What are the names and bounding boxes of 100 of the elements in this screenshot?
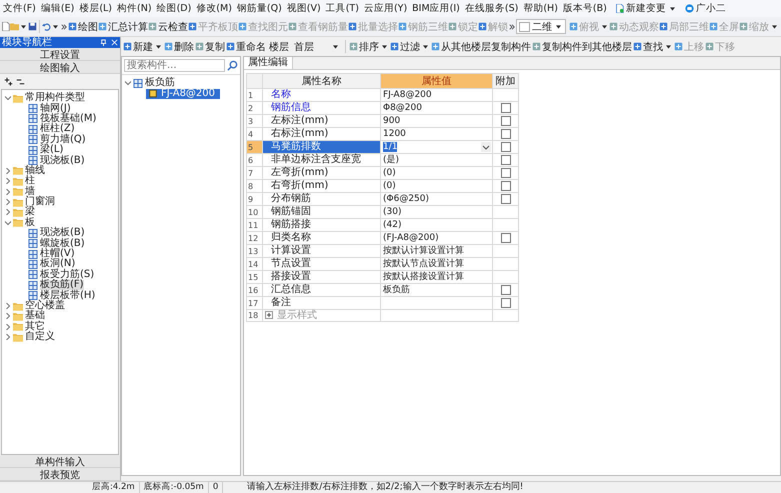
checkbox[interactable]	[500, 168, 510, 178]
folder-icon	[13, 312, 23, 321]
checkbox[interactable]	[500, 180, 510, 191]
search-icon[interactable]	[227, 60, 238, 71]
toolbar-icon	[739, 22, 748, 31]
menu-item[interactable]: 文件(F)	[3, 2, 36, 15]
save-icon[interactable]	[28, 22, 37, 31]
menu-item[interactable]: 帮助(H)	[523, 2, 558, 15]
floor-label: 楼层	[268, 40, 290, 54]
menu-item[interactable]: 视图(V)	[286, 2, 321, 15]
toolbar-button[interactable]: 从其他楼层复制构件	[431, 40, 531, 54]
menu-item[interactable]: 钢筋量(Q)	[236, 2, 282, 15]
new-file-icon[interactable]	[1, 22, 10, 31]
tree-item[interactable]: 基础	[2, 311, 118, 322]
checkbox[interactable]	[500, 154, 510, 165]
overflow-icon[interactable]	[61, 24, 67, 30]
checkbox[interactable]	[500, 102, 510, 113]
toolbar-button[interactable]: 新建	[123, 40, 163, 54]
navigation-button[interactable]: 报表预览	[0, 468, 120, 481]
tree-item[interactable]: 框柱(Z)	[2, 124, 118, 135]
checkbox[interactable]	[500, 284, 510, 295]
navigation-button[interactable]: 单构件输入	[0, 455, 120, 468]
component-icon	[28, 228, 38, 238]
undo-icon[interactable]	[42, 22, 51, 31]
tree-item[interactable]: 其它	[2, 322, 118, 332]
expand-icon[interactable]	[265, 311, 273, 320]
collapse-icon[interactable]	[125, 80, 131, 86]
toolbar-button[interactable]: 删除	[164, 40, 194, 54]
table-cell: 按默认计算设置计算	[380, 244, 492, 258]
collapse-icon[interactable]	[5, 95, 11, 102]
menu-item[interactable]: 绘图(D)	[156, 2, 192, 15]
toolbar-button[interactable]: 云检查	[148, 20, 188, 34]
tree-item[interactable]: 螺旋板(B)	[2, 238, 118, 249]
tree-item[interactable]: 柱	[2, 176, 118, 187]
overflow-icon[interactable]	[509, 24, 515, 30]
menu-item[interactable]: 编辑(E)	[40, 2, 74, 15]
menu-item[interactable]: 新建变更	[614, 2, 677, 15]
table-cell: (30)	[380, 206, 492, 218]
checkbox[interactable]	[500, 194, 510, 204]
view-mode-dropdown[interactable]: 二维	[516, 19, 566, 34]
menu-item[interactable]: 版本号(B)	[562, 2, 607, 15]
property-name: 备注	[271, 297, 291, 309]
tree-item[interactable]: 轴网(J)	[2, 103, 118, 114]
folder-icon	[13, 332, 23, 342]
tree-item[interactable]: 板洞(N)	[2, 259, 118, 270]
navigation-button[interactable]: 绘图输入	[0, 61, 120, 74]
menu-item[interactable]: BIM应用(I)	[412, 2, 460, 15]
toolbar-icon	[349, 42, 358, 51]
checkbox[interactable]	[500, 298, 510, 308]
row-number: 15	[246, 270, 262, 284]
tree-item[interactable]: 现浇板(B)	[2, 155, 118, 166]
floor-dropdown[interactable]: 首层	[292, 40, 342, 54]
search-field[interactable]: 搜索构件...	[124, 59, 225, 72]
collapse-icon[interactable]	[5, 220, 11, 226]
menu-item[interactable]: 广小二	[684, 2, 726, 15]
tree-item[interactable]: 梁	[2, 207, 118, 218]
row-number: 3	[246, 114, 262, 128]
menu-item[interactable]: 构件(N)	[117, 2, 152, 15]
expand-all-icon[interactable]	[4, 77, 13, 86]
toolbar-icon	[226, 42, 235, 51]
property-name: 搭接设置	[271, 271, 311, 283]
close-icon[interactable]	[111, 39, 118, 46]
checkbox[interactable]	[500, 116, 510, 126]
toolbar-button[interactable]: 查找	[633, 40, 673, 54]
navigation-button[interactable]: 工程设置	[0, 48, 120, 61]
toolbar-button[interactable]: 绘图	[68, 20, 98, 34]
panel-title: 模块导航栏	[2, 37, 53, 48]
tree-item[interactable]: 常用构件类型	[2, 93, 118, 104]
toolbar-button[interactable]: 汇总计算	[98, 20, 148, 34]
tree-item[interactable]: 楼层板带(H)	[2, 290, 118, 301]
tree-item[interactable]: 板负筋(F)	[2, 280, 118, 290]
tab[interactable]: 属性编辑	[244, 57, 293, 69]
menu-item[interactable]: 修改(M)	[196, 2, 232, 15]
toolbar-button[interactable]: 复制构件到其他楼层	[532, 40, 632, 54]
checkbox[interactable]	[500, 128, 510, 139]
toolbar-button[interactable]: 过滤	[390, 40, 430, 54]
menu-item[interactable]: 在线服务(S)	[464, 2, 518, 15]
toolbar-button[interactable]: 排序	[349, 40, 389, 54]
row-number: 6	[246, 154, 262, 166]
toolbar-icon	[390, 42, 399, 51]
tree-item[interactable]: 板负筋	[122, 78, 240, 88]
dropdown-icon[interactable]	[481, 142, 491, 152]
menu-item[interactable]: 楼层(L)	[79, 2, 112, 15]
tree-item[interactable]: 墙	[2, 186, 118, 197]
checkbox[interactable]	[500, 142, 510, 152]
menu-item[interactable]: 工具(T)	[326, 2, 359, 15]
tree-item[interactable]: 剪力墙(Q)	[2, 134, 118, 145]
property-name: 钢筋锚固	[271, 206, 311, 218]
menu-item[interactable]: 云应用(Y)	[364, 2, 408, 15]
toolbar-button[interactable]: 重命名	[226, 40, 266, 54]
tree-item[interactable]: 现浇板(B)	[2, 228, 118, 238]
pin-icon[interactable]	[100, 39, 107, 46]
tree-item[interactable]: 自定义	[2, 332, 118, 342]
toolbar-icon	[659, 22, 668, 31]
component-icon	[28, 135, 38, 144]
checkbox[interactable]	[500, 232, 510, 243]
tree-item[interactable]: 梁(L)	[2, 144, 118, 156]
collapse-all-icon[interactable]	[16, 77, 25, 86]
property-name: 计算设置	[271, 245, 311, 257]
toolbar-button[interactable]: 复制	[195, 40, 225, 54]
